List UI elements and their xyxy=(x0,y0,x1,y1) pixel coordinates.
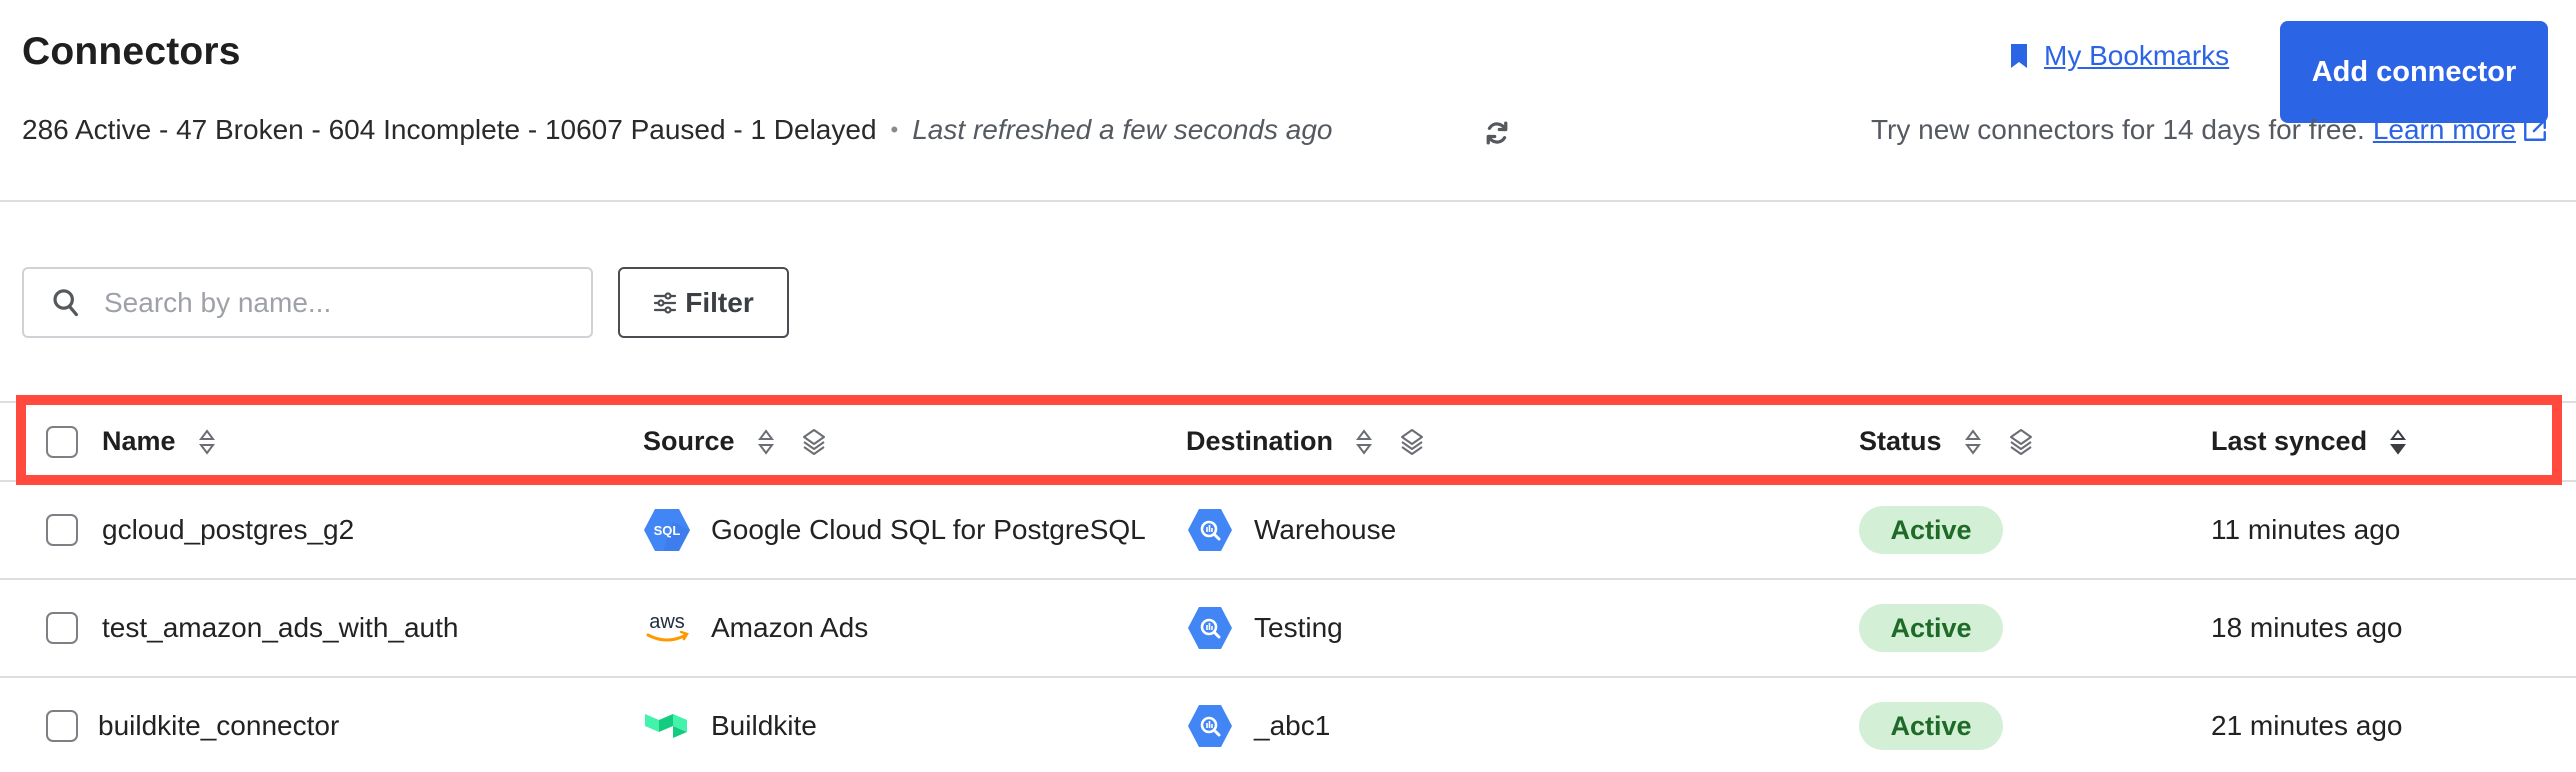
sort-descending-icon[interactable] xyxy=(2389,428,2407,456)
my-bookmarks-label: My Bookmarks xyxy=(2044,40,2230,71)
page-title: Connectors xyxy=(22,30,241,73)
aws-icon: aws xyxy=(643,604,691,652)
column-header-name[interactable]: Name xyxy=(102,403,216,480)
table-row[interactable]: test_amazon_ads_with_auth aws Amazon Ads… xyxy=(0,578,2576,676)
status-badge: Active xyxy=(1859,604,2003,652)
connector-name[interactable]: test_amazon_ads_with_auth xyxy=(102,612,458,644)
google-cloud-sql-icon: SQL xyxy=(643,506,691,554)
row-checkbox[interactable] xyxy=(46,514,78,546)
filter-sliders-icon xyxy=(653,291,677,315)
bigquery-icon xyxy=(1186,702,1234,750)
sort-icon[interactable] xyxy=(1964,428,1982,456)
search-input[interactable] xyxy=(104,286,564,319)
svg-text:SQL: SQL xyxy=(654,523,681,538)
last-synced: 18 minutes ago xyxy=(2211,612,2403,643)
column-label: Name xyxy=(102,426,176,456)
search-icon xyxy=(52,288,80,318)
select-all-checkbox[interactable] xyxy=(46,425,78,458)
column-label: Source xyxy=(643,426,735,456)
last-refreshed: Last refreshed a few seconds ago xyxy=(912,114,1333,145)
connectors-page: Connectors 286 Active - 47 Broken - 604 … xyxy=(0,0,2576,772)
header-divider xyxy=(0,200,2576,202)
bigquery-icon xyxy=(1186,604,1234,652)
last-synced: 11 minutes ago xyxy=(2211,514,2401,545)
group-by-layers-icon[interactable] xyxy=(801,428,827,456)
filter-label: Filter xyxy=(685,286,754,318)
connectors-table: Name Source Destination Status Last sync… xyxy=(0,401,2576,772)
row-checkbox[interactable] xyxy=(46,710,78,742)
sort-icon[interactable] xyxy=(1355,428,1373,456)
refresh-icon xyxy=(1483,119,1511,147)
trial-text: Try new connectors for 14 days for free. xyxy=(1870,114,2365,145)
table-row[interactable]: buildkite_connector Buildkite _abc1 Acti… xyxy=(0,676,2576,772)
trial-notice: Try new connectors for 14 days for free.… xyxy=(1871,114,2548,146)
external-link-icon[interactable] xyxy=(2522,116,2548,144)
last-synced: 21 minutes ago xyxy=(2211,710,2403,741)
add-connector-button[interactable]: Add connector xyxy=(2280,21,2548,123)
buildkite-icon xyxy=(643,702,691,750)
refresh-button[interactable] xyxy=(1480,116,1514,150)
destination-name: Warehouse xyxy=(1254,514,1397,545)
bigquery-icon xyxy=(1186,506,1234,554)
learn-more-link[interactable]: Learn more xyxy=(2373,114,2516,146)
sort-icon[interactable] xyxy=(757,428,775,456)
table-header-row: Name Source Destination Status Last sync… xyxy=(0,401,2576,480)
separator-dot: • xyxy=(890,117,899,142)
destination-name: _abc1 xyxy=(1254,710,1331,741)
column-label: Last synced xyxy=(2211,426,2368,456)
svg-text:aws: aws xyxy=(649,611,685,633)
row-checkbox[interactable] xyxy=(46,612,78,644)
filter-button[interactable]: Filter xyxy=(618,267,789,338)
group-by-layers-icon[interactable] xyxy=(2008,428,2034,456)
connector-name[interactable]: gcloud_postgres_g2 xyxy=(102,514,354,546)
bookmark-icon xyxy=(2010,43,2028,69)
search-field[interactable] xyxy=(22,267,593,338)
column-header-destination[interactable]: Destination xyxy=(1186,403,1425,480)
column-header-source[interactable]: Source xyxy=(643,403,827,480)
source-name: Google Cloud SQL for PostgreSQL xyxy=(711,514,1146,545)
connector-name[interactable]: buildkite_connector xyxy=(98,710,339,742)
source-name: Buildkite xyxy=(711,710,817,741)
sort-icon[interactable] xyxy=(198,428,216,456)
column-header-last-synced[interactable]: Last synced xyxy=(2211,403,2407,480)
group-by-layers-icon[interactable] xyxy=(1399,428,1425,456)
stats-summary: 286 Active - 47 Broken - 604 Incomplete … xyxy=(22,114,877,145)
connector-stats: 286 Active - 47 Broken - 604 Incomplete … xyxy=(22,114,1333,146)
column-header-status[interactable]: Status xyxy=(1859,403,2034,480)
status-badge: Active xyxy=(1859,506,2003,554)
destination-name: Testing xyxy=(1254,612,1343,643)
column-label: Status xyxy=(1859,426,1942,456)
table-row[interactable]: gcloud_postgres_g2 SQL Google Cloud SQL … xyxy=(0,480,2576,578)
source-name: Amazon Ads xyxy=(711,612,869,643)
status-badge: Active xyxy=(1859,702,2003,750)
column-label: Destination xyxy=(1186,426,1334,456)
my-bookmarks-link[interactable]: My Bookmarks xyxy=(2010,40,2229,72)
